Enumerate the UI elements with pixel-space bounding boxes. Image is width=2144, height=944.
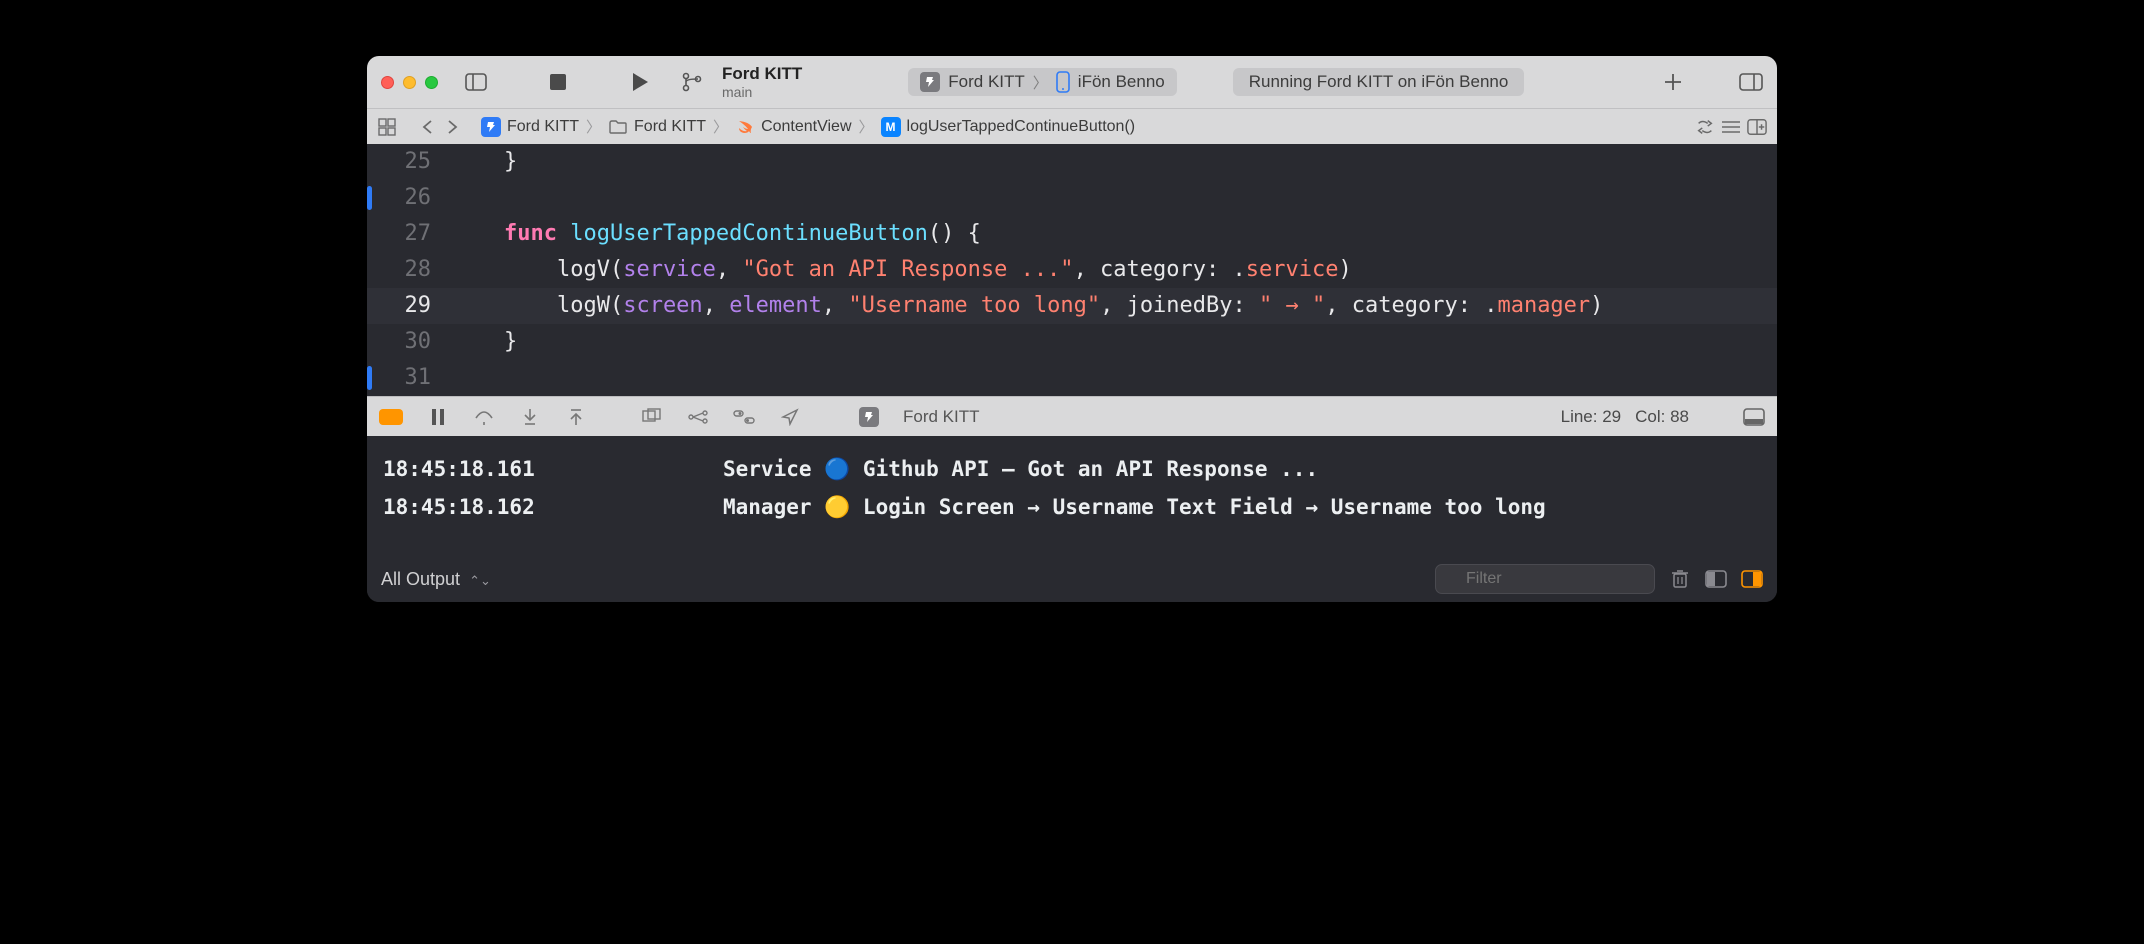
console-log-row[interactable]: 18:45:18.162Manager 🟡 Login Screen → Use… [383, 488, 1761, 526]
chevron-right-icon: 〉 [585, 116, 602, 137]
code-line[interactable]: 30 } [367, 324, 1777, 360]
close-window-button[interactable] [381, 76, 394, 89]
code-line[interactable]: 31 [367, 360, 1777, 396]
app-icon [920, 72, 940, 92]
titlebar: Ford KITT main Ford KITT 〉 iFön Benno Ru… [367, 56, 1777, 108]
output-scope-selector[interactable]: All Output ⌃⌄ [381, 569, 491, 590]
crumb-group[interactable]: Ford KITT [634, 118, 706, 136]
console-view-toggle-icon[interactable] [1741, 568, 1763, 590]
code-content[interactable]: } [445, 324, 1777, 360]
process-app-icon [859, 407, 879, 427]
reload-icon[interactable] [1695, 117, 1715, 137]
nav-forward-button[interactable] [443, 117, 463, 137]
method-badge-icon: M [881, 117, 901, 137]
trash-icon[interactable] [1669, 568, 1691, 590]
chevron-right-icon: 〉 [712, 116, 729, 137]
crumb-project[interactable]: Ford KITT [507, 118, 579, 136]
add-button[interactable] [1661, 70, 1685, 94]
code-content[interactable] [445, 360, 1777, 396]
view-debug-icon[interactable] [641, 406, 663, 428]
zoom-window-button[interactable] [425, 76, 438, 89]
code-line[interactable]: 29 logW(screen, element, "Username too l… [367, 288, 1777, 324]
cursor-line-label: Line: 29 [1561, 407, 1622, 427]
updown-icon: ⌃⌄ [469, 573, 491, 588]
project-badge-icon [481, 117, 501, 137]
branch-icon[interactable] [680, 70, 704, 94]
lines-icon[interactable] [1721, 117, 1741, 137]
code-content[interactable]: logW(screen, element, "Username too long… [445, 288, 1777, 324]
crumb-file[interactable]: ContentView [761, 118, 851, 136]
step-into-button[interactable] [519, 406, 541, 428]
library-button[interactable] [1739, 70, 1763, 94]
jump-bar: Ford KITT 〉 Ford KITT 〉 ContentView 〉 M … [367, 108, 1777, 144]
code-line[interactable]: 28 logV(service, "Got an API Response ..… [367, 252, 1777, 288]
line-number[interactable]: 25 [367, 144, 445, 180]
xcode-window: Ford KITT main Ford KITT 〉 iFön Benno Ru… [367, 56, 1777, 602]
minimize-window-button[interactable] [403, 76, 416, 89]
output-scope-label: All Output [381, 569, 460, 589]
log-timestamp: 18:45:18.161 [383, 450, 723, 488]
step-over-button[interactable] [473, 406, 495, 428]
chevron-right-icon: 〉 [858, 116, 875, 137]
variables-view-toggle-icon[interactable] [1705, 568, 1727, 590]
environment-overrides-icon[interactable] [733, 406, 755, 428]
project-branch-label[interactable]: Ford KITT main [722, 64, 802, 100]
line-number[interactable]: 31 [367, 360, 445, 396]
traffic-lights [381, 76, 438, 89]
phone-icon [1056, 71, 1070, 93]
location-icon[interactable] [779, 406, 801, 428]
run-button[interactable] [628, 70, 652, 94]
console-log-row[interactable]: 18:45:18.161Service 🔵 Github API – Got a… [383, 450, 1761, 488]
debug-bar: Ford KITT Line: 29 Col: 88 [367, 396, 1777, 436]
code-content[interactable] [445, 180, 1777, 216]
device-name: iFön Benno [1078, 72, 1165, 92]
project-name: Ford KITT [722, 64, 802, 84]
memory-graph-icon[interactable] [687, 406, 709, 428]
line-number[interactable]: 30 [367, 324, 445, 360]
minimap-toggle-icon[interactable] [1743, 406, 1765, 428]
code-line[interactable]: 26 [367, 180, 1777, 216]
line-number[interactable]: 28 [367, 252, 445, 288]
line-number[interactable]: 29 [367, 288, 445, 324]
debug-console[interactable]: 18:45:18.161Service 🔵 Github API – Got a… [367, 436, 1777, 556]
stop-button[interactable] [546, 70, 570, 94]
cursor-col-label: Col: 88 [1635, 407, 1689, 427]
line-number[interactable]: 26 [367, 180, 445, 216]
log-message: Service 🔵 Github API – Got an API Respon… [723, 450, 1761, 488]
branch-name: main [722, 84, 802, 100]
related-items-icon[interactable] [377, 117, 397, 137]
code-content[interactable]: func logUserTappedContinueButton() { [445, 216, 1777, 252]
process-name[interactable]: Ford KITT [903, 407, 980, 427]
activity-status[interactable]: Running Ford KITT on iFön Benno [1233, 68, 1525, 96]
breakpoint-toggle[interactable] [379, 409, 403, 425]
activity-text: Running Ford KITT on iFön Benno [1249, 72, 1509, 91]
log-message: Manager 🟡 Login Screen → Username Text F… [723, 488, 1761, 526]
console-filter[interactable] [1435, 564, 1655, 594]
source-editor[interactable]: 25 }2627 func logUserTappedContinueButto… [367, 144, 1777, 396]
code-content[interactable]: } [445, 144, 1777, 180]
add-editor-icon[interactable] [1747, 117, 1767, 137]
code-line[interactable]: 25 } [367, 144, 1777, 180]
step-out-button[interactable] [565, 406, 587, 428]
console-footer: All Output ⌃⌄ [367, 556, 1777, 602]
scheme-selector[interactable]: Ford KITT 〉 iFön Benno [908, 68, 1176, 96]
nav-back-button[interactable] [417, 117, 437, 137]
pause-button[interactable] [427, 406, 449, 428]
code-content[interactable]: logV(service, "Got an API Response ...",… [445, 252, 1777, 288]
log-timestamp: 18:45:18.162 [383, 488, 723, 526]
crumb-symbol[interactable]: logUserTappedContinueButton() [907, 118, 1136, 136]
swift-file-icon [735, 117, 755, 137]
chevron-right-icon: 〉 [1033, 72, 1048, 93]
line-number[interactable]: 27 [367, 216, 445, 252]
folder-icon [608, 117, 628, 137]
scheme-name: Ford KITT [948, 72, 1025, 92]
console-filter-input[interactable] [1435, 564, 1655, 594]
toggle-navigator-icon[interactable] [464, 70, 488, 94]
code-line[interactable]: 27 func logUserTappedContinueButton() { [367, 216, 1777, 252]
